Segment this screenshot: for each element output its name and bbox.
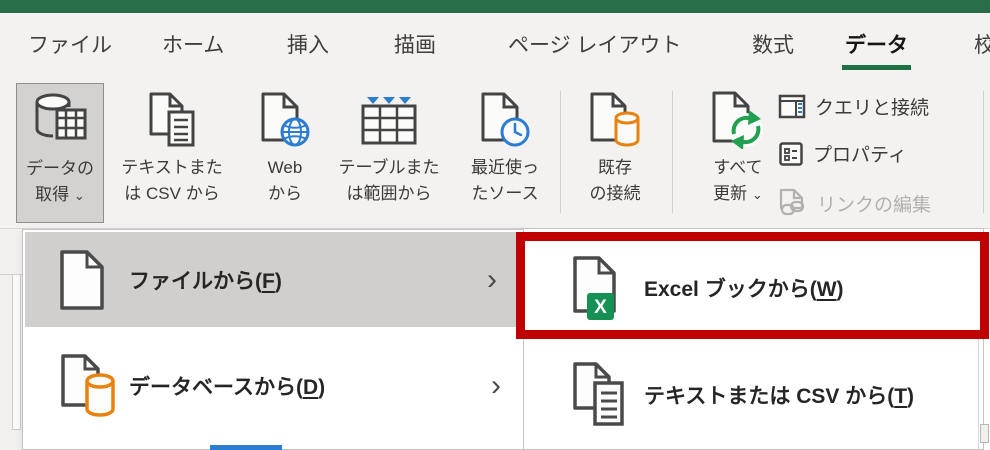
tab-label: ページ レイアウト [508, 34, 682, 57]
from-text-csv-button[interactable]: テキストまた は CSV から [107, 83, 237, 223]
recent-sources-button[interactable]: 最近使っ たソース [455, 83, 555, 223]
ribbon-tab-row: ファイル ホーム 挿入 描画 ページ レイアウト 数式 データ 校閲 [0, 13, 990, 75]
submenu-arrow-icon: › [487, 262, 497, 296]
text-csv-icon [148, 85, 196, 155]
tab-insert[interactable]: 挿入 [287, 13, 329, 75]
tab-review[interactable]: 校閲 [974, 13, 990, 75]
submenu-arrow-icon: › [491, 369, 501, 402]
submenu-right-border [978, 339, 979, 450]
queries-connections-icon [778, 94, 806, 120]
ribbon-group-divider [983, 91, 984, 213]
ribbon-data-tab: データの 取得 ⌄ テキストまた は CSV から Web から テーブルまた … [0, 75, 990, 229]
submenu-item-from-text-csv[interactable]: テキストまたは CSV から(T) [526, 345, 981, 445]
ribbon-group-divider [560, 91, 561, 213]
refresh-all-label: すべて 更新 ⌄ [713, 158, 763, 203]
existing-connections-label: 既存 の接続 [589, 158, 641, 203]
tab-label: 数式 [752, 34, 794, 57]
tab-label: ファイル [28, 34, 112, 57]
chevron-down-icon: ⌄ [751, 187, 763, 202]
ribbon-group-divider [672, 91, 673, 213]
tab-label: 校閲 [974, 34, 990, 57]
tab-label: ホーム [162, 34, 225, 57]
menu-item-from-file[interactable]: ファイルから(F) › [25, 232, 521, 327]
existing-connections-icon [589, 85, 641, 155]
chevron-down-icon: ⌄ [73, 188, 85, 203]
edit-links-label: リンクの編集 [817, 194, 932, 216]
get-data-button[interactable]: データの 取得 ⌄ [16, 83, 104, 223]
properties-label: プロパティ [813, 145, 907, 166]
tab-page-layout[interactable]: ページ レイアウト [508, 13, 681, 75]
text-csv-file-icon [572, 362, 626, 428]
queries-connections-label: クエリと接続 [815, 98, 930, 119]
edit-links-icon [778, 188, 808, 218]
row-header-edge [12, 275, 21, 430]
menu-item-from-database[interactable]: データベースから(D) › [25, 336, 521, 436]
get-data-label: データの 取得 ⌄ [26, 159, 94, 204]
tab-formulas[interactable]: 数式 [752, 13, 794, 75]
recent-sources-label: 最近使っ たソース [471, 158, 539, 203]
tab-home[interactable]: ホーム [162, 13, 224, 75]
from-text-csv-label: テキストまた は CSV から [121, 158, 223, 203]
worksheet-background [0, 229, 22, 450]
from-table-range-label: テーブルまた は範囲から [338, 158, 440, 203]
tab-label: データ [845, 34, 908, 57]
get-data-icon [33, 86, 87, 156]
recent-sources-icon [480, 85, 530, 155]
clipped-menu-item-icon [210, 445, 282, 450]
edit-links-button: リンクの編集 [778, 188, 931, 218]
excel-title-bar [0, 0, 990, 13]
tab-draw[interactable]: 描画 [394, 13, 436, 75]
menu-item-label: ファイルから(F) [129, 269, 282, 293]
table-filter-icon [359, 85, 419, 155]
properties-button[interactable]: プロパティ [778, 140, 907, 167]
queries-connections-button[interactable]: クエリと接続 [778, 93, 929, 120]
existing-connections-button[interactable]: 既存 の接続 [568, 83, 662, 223]
scrollbar-thumb[interactable] [980, 424, 989, 443]
web-icon [260, 85, 310, 155]
from-table-range-button[interactable]: テーブルまた は範囲から [326, 83, 452, 223]
refresh-all-button[interactable]: すべて 更新 ⌄ [692, 83, 784, 223]
from-web-label: Web から [267, 158, 303, 203]
menu-item-label: データベースから(D) [129, 376, 326, 399]
properties-icon [778, 141, 804, 167]
get-data-dropdown-menu: ファイルから(F) › データベースから(D) › [22, 229, 524, 450]
database-file-icon [60, 353, 116, 419]
tab-data[interactable]: データ [842, 13, 911, 75]
annotation-highlight-box [516, 232, 989, 339]
tab-label: 描画 [394, 34, 436, 57]
tab-label: 挿入 [287, 34, 329, 57]
refresh-all-icon [711, 85, 765, 155]
tab-file[interactable]: ファイル [28, 13, 112, 75]
submenu-item-label: テキストまたは CSV から(T) [644, 385, 915, 408]
file-icon [58, 249, 106, 311]
from-web-button[interactable]: Web から [247, 83, 323, 223]
